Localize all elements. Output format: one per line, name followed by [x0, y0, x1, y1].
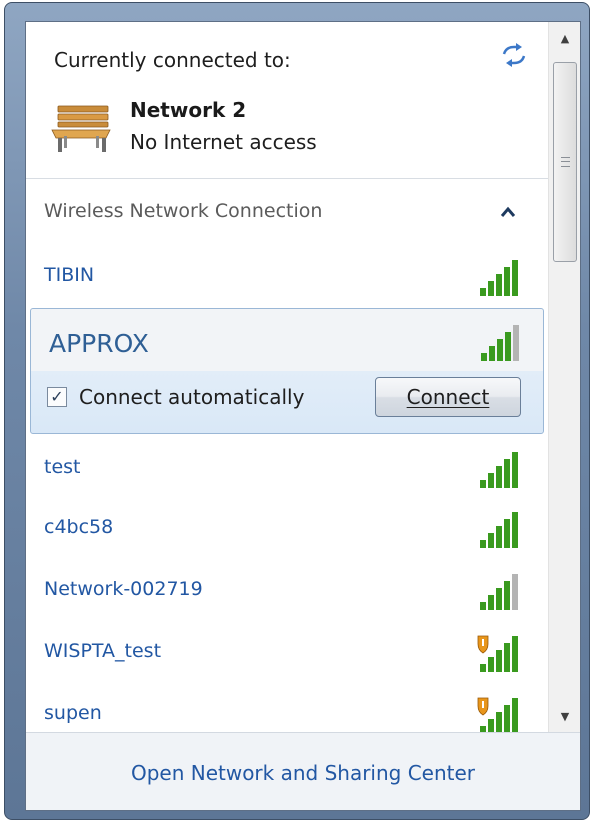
signal-bar — [497, 339, 503, 361]
header-divider — [26, 178, 548, 179]
currently-connected-label: Currently connected to: — [54, 48, 291, 72]
signal-bar — [504, 581, 510, 610]
network-item-label: WISPTA_test — [44, 640, 162, 662]
signal-bar — [488, 473, 494, 488]
signal-bar — [496, 650, 502, 672]
signal-bar — [512, 512, 518, 548]
network-item-approx-selected[interactable]: APPROX ✓ Connect automatically Connect — [30, 308, 544, 434]
open-network-sharing-center-link[interactable]: Open Network and Sharing Center — [26, 761, 580, 785]
signal-bar — [480, 602, 486, 610]
scrollbar-thumb[interactable] — [553, 62, 577, 262]
signal-bar — [496, 274, 502, 296]
signal-strength-icon — [477, 635, 518, 672]
network-item-label: TIBIN — [44, 264, 95, 286]
signal-bar — [480, 664, 486, 672]
signal-bar — [513, 325, 519, 361]
signal-bar — [496, 466, 502, 488]
signal-bar — [488, 281, 494, 296]
signal-bar — [488, 533, 494, 548]
network-item-test[interactable]: test — [26, 442, 548, 496]
signal-bar — [504, 459, 510, 488]
current-connection-header: Currently connected to: Network 2 No Int… — [26, 22, 548, 174]
flyout-footer: Open Network and Sharing Center — [26, 732, 580, 810]
signal-bar — [505, 332, 511, 361]
network-item-wispta-test[interactable]: WISPTA_test — [26, 626, 548, 680]
signal-bar — [512, 452, 518, 488]
connected-network-status: No Internet access — [130, 130, 317, 154]
signal-bar — [504, 705, 510, 732]
signal-strength-icon — [480, 574, 518, 610]
signal-bar — [504, 643, 510, 672]
connect-automatically-label: Connect automatically — [79, 385, 305, 409]
signal-bar — [488, 719, 494, 732]
scroll-down-arrow-icon[interactable]: ▼ — [553, 706, 577, 728]
network-item-label: supen — [44, 702, 102, 724]
warning-mark — [482, 639, 484, 646]
signal-bar — [480, 540, 486, 548]
bench-network-icon — [51, 105, 111, 152]
signal-bar — [480, 288, 486, 296]
signal-bar — [512, 698, 518, 732]
signal-strength-icon — [480, 452, 518, 488]
signal-bar — [496, 712, 502, 732]
signal-bar — [480, 480, 486, 488]
signal-bar — [481, 353, 487, 361]
scroll-up-arrow-icon[interactable]: ▲ — [553, 28, 577, 50]
chevron-up-icon[interactable] — [500, 206, 516, 218]
signal-bar — [512, 636, 518, 672]
network-item-tibin[interactable]: TIBIN — [26, 250, 548, 304]
signal-bar — [489, 346, 495, 361]
section-title-wireless: Wireless Network Connection — [44, 200, 323, 222]
signal-bar — [488, 657, 494, 672]
network-item-supen[interactable]: supen — [26, 688, 548, 732]
refresh-arrows-icon[interactable] — [500, 42, 528, 68]
warning-mark — [482, 701, 484, 708]
signal-strength-icon — [480, 512, 518, 548]
signal-bar — [504, 519, 510, 548]
signal-bar — [512, 260, 518, 296]
signal-bar — [504, 267, 510, 296]
network-item-c4bc58[interactable]: c4bc58 — [26, 502, 548, 556]
signal-bar — [496, 526, 502, 548]
signal-strength-icon — [481, 325, 519, 361]
network-flyout-window: Currently connected to: Network 2 No Int… — [4, 2, 590, 820]
network-item-network-002719[interactable]: Network-002719 — [26, 564, 548, 618]
network-list-viewport: Currently connected to: Network 2 No Int… — [26, 22, 548, 732]
network-item-label: test — [44, 456, 81, 478]
vertical-scrollbar[interactable]: ▲ ▼ — [548, 22, 580, 732]
connect-automatically-checkbox[interactable]: ✓ — [47, 387, 67, 407]
signal-bar — [496, 588, 502, 610]
flyout-panel: Currently connected to: Network 2 No Int… — [25, 21, 581, 811]
signal-strength-icon — [477, 697, 518, 732]
signal-bar — [488, 595, 494, 610]
signal-strength-icon — [480, 260, 518, 296]
connected-network-name: Network 2 — [130, 98, 247, 122]
signal-bar — [512, 574, 518, 610]
network-item-label: c4bc58 — [44, 516, 114, 538]
connect-button[interactable]: Connect — [375, 377, 521, 417]
scrollbar-grip-icon — [561, 157, 570, 167]
selected-network-name: APPROX — [49, 329, 149, 358]
network-item-label: Network-002719 — [44, 578, 203, 600]
